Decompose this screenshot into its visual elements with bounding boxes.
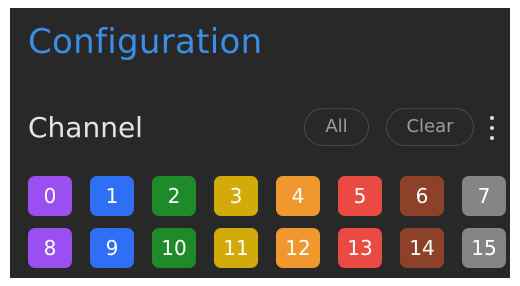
- channel-label: Channel: [28, 111, 143, 144]
- channel-button-8[interactable]: 8: [28, 228, 72, 268]
- channel-button-15[interactable]: 15: [462, 228, 506, 268]
- channel-button-7[interactable]: 7: [462, 176, 506, 216]
- channel-button-5[interactable]: 5: [338, 176, 382, 216]
- channel-button-2[interactable]: 2: [152, 176, 196, 216]
- select-all-button[interactable]: All: [304, 108, 369, 146]
- channel-button-6[interactable]: 6: [400, 176, 444, 216]
- channel-button-13[interactable]: 13: [338, 228, 382, 268]
- channel-grid: 0 1 2 3 4 5 6 7 8 9 10 11 12 13 14 15: [28, 176, 508, 268]
- configuration-panel: Configuration Channel All Clear 01234567…: [10, 8, 510, 278]
- channel-button-12[interactable]: 12: [276, 228, 320, 268]
- more-options-icon[interactable]: [484, 114, 500, 142]
- channel-button-10[interactable]: 10: [152, 228, 196, 268]
- dot: [490, 136, 494, 140]
- dot: [490, 126, 494, 130]
- channel-button-4[interactable]: 4: [276, 176, 320, 216]
- channel-button-9[interactable]: 9: [90, 228, 134, 268]
- clear-button[interactable]: Clear: [386, 108, 474, 146]
- channel-button-1[interactable]: 1: [90, 176, 134, 216]
- page-title: Configuration: [28, 22, 263, 62]
- channel-button-11[interactable]: 11: [214, 228, 258, 268]
- channel-button-14[interactable]: 14: [400, 228, 444, 268]
- channel-button-3[interactable]: 3: [214, 176, 258, 216]
- channel-button-0[interactable]: 0: [28, 176, 72, 216]
- dot: [490, 116, 494, 120]
